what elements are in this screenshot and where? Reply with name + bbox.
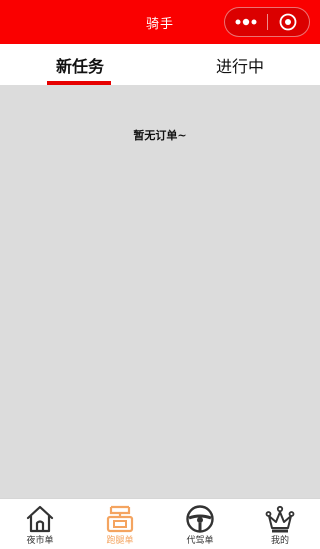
tab-in-progress[interactable]: 进行中 xyxy=(160,44,320,85)
steering-wheel-icon xyxy=(184,503,216,535)
empty-state-message: 暂无订单~ xyxy=(133,129,187,142)
close-mini-program-button[interactable] xyxy=(268,7,309,37)
mini-program-capsule xyxy=(224,7,310,37)
bottom-tab-bar: 夜市单 跑腿单 代驾单 我的 xyxy=(0,498,320,549)
tabbar-label: 我的 xyxy=(270,536,289,546)
tabbar-item-night-market[interactable]: 夜市单 xyxy=(0,499,80,549)
tab-new-tasks[interactable]: 新任务 xyxy=(0,44,160,85)
errand-icon xyxy=(104,503,136,535)
target-close-icon xyxy=(280,13,297,31)
more-options-button[interactable] xyxy=(225,7,267,37)
tabbar-label: 代驾单 xyxy=(186,536,214,546)
tabbar-item-mine[interactable]: 我的 xyxy=(240,499,320,549)
active-tab-indicator xyxy=(47,81,111,85)
order-tabs: 新任务 进行中 xyxy=(0,44,320,85)
tabbar-label: 跑腿单 xyxy=(106,536,134,546)
home-icon xyxy=(24,503,56,535)
tabbar-item-designated-driver[interactable]: 代驾单 xyxy=(160,499,240,549)
tabbar-label: 夜市单 xyxy=(26,536,54,546)
more-dots-icon xyxy=(235,18,257,26)
page-title: 骑手 xyxy=(145,16,174,32)
tab-in-progress-label: 进行中 xyxy=(215,56,264,76)
crown-icon xyxy=(264,503,296,535)
tabbar-item-errand[interactable]: 跑腿单 xyxy=(80,499,160,549)
navigation-bar: 骑手 xyxy=(0,0,320,44)
tab-new-tasks-label: 新任务 xyxy=(55,56,104,76)
